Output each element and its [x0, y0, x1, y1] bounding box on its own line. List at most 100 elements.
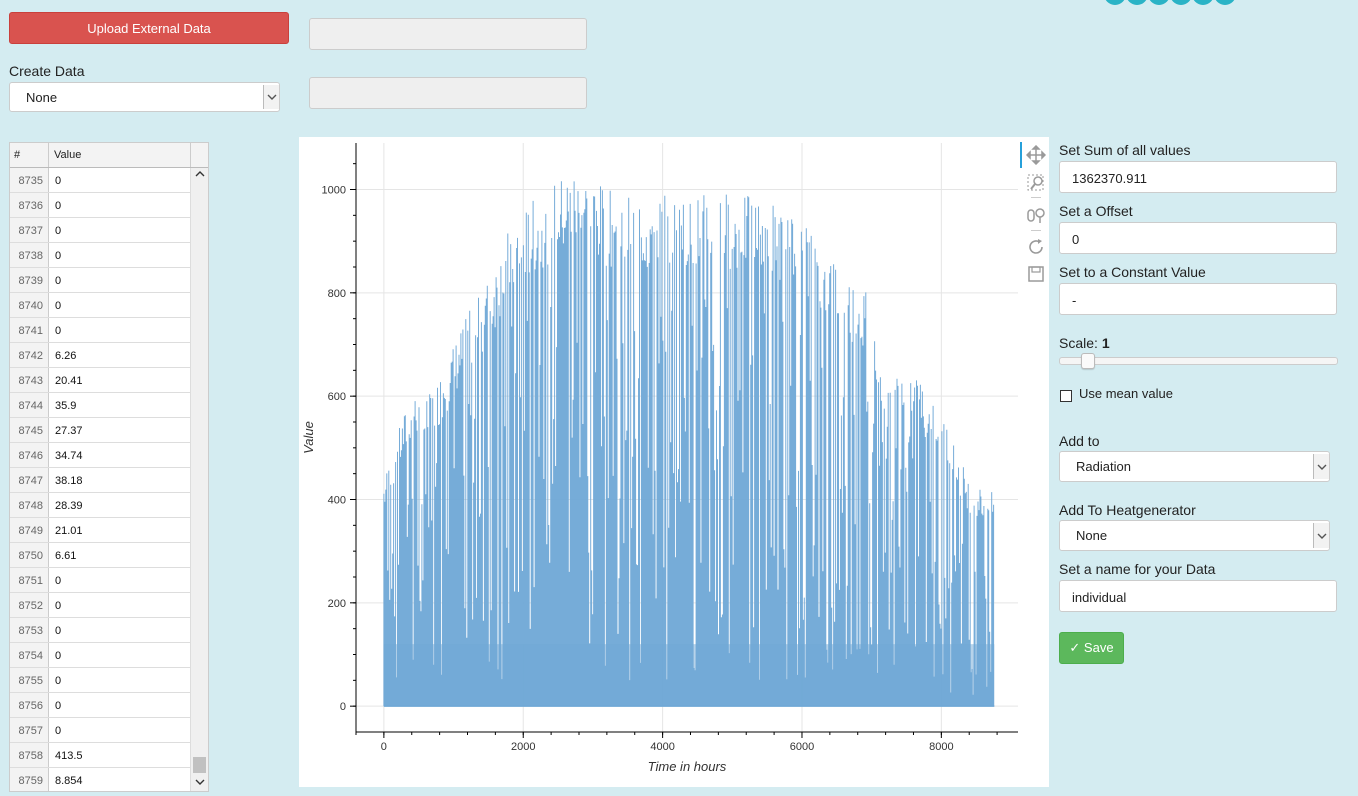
row-value[interactable]: 34.74: [49, 443, 191, 467]
use-mean-checkbox[interactable]: [1060, 390, 1072, 402]
y-tick-label: 0: [340, 701, 346, 713]
reset-icon[interactable]: [1026, 237, 1046, 257]
table-row[interactable]: 8758 413.5: [10, 743, 191, 768]
chevron-down-icon[interactable]: [195, 778, 205, 789]
table-row[interactable]: 8752 0: [10, 593, 191, 618]
table-row[interactable]: 8757 0: [10, 718, 191, 743]
scale-slider[interactable]: [1059, 357, 1338, 365]
box-zoom-icon[interactable]: [1026, 173, 1046, 193]
data-table[interactable]: # Value 8735 0 8736 0 8737 0 8738 0 8739 0 8740 0 87…: [9, 142, 209, 792]
row-index: 8751: [10, 568, 49, 592]
row-value[interactable]: 0: [49, 218, 191, 242]
row-value[interactable]: 0: [49, 268, 191, 292]
table-row[interactable]: 8736 0: [10, 193, 191, 218]
row-index: 8758: [10, 743, 49, 767]
create-data-select[interactable]: None: [9, 82, 280, 112]
row-value[interactable]: 0: [49, 718, 191, 742]
chevron-down-icon: [1313, 523, 1329, 548]
row-value[interactable]: 27.37: [49, 418, 191, 442]
row-value[interactable]: 413.5: [49, 743, 191, 767]
table-scrollbar[interactable]: [190, 168, 208, 791]
table-row[interactable]: 8738 0: [10, 243, 191, 268]
row-value[interactable]: 20.41: [49, 368, 191, 392]
table-row[interactable]: 8749 21.01: [10, 518, 191, 543]
row-index: 8746: [10, 443, 49, 467]
row-value[interactable]: 35.9: [49, 393, 191, 417]
empty-field-2[interactable]: [309, 77, 587, 109]
table-row[interactable]: 8743 20.41: [10, 368, 191, 393]
row-value[interactable]: 0: [49, 243, 191, 267]
row-index: 8745: [10, 418, 49, 442]
save-button[interactable]: ✓ Save: [1059, 632, 1124, 664]
table-row[interactable]: 8747 38.18: [10, 468, 191, 493]
row-index: 8747: [10, 468, 49, 492]
create-data-value: None: [26, 89, 58, 105]
save-icon[interactable]: [1026, 264, 1046, 284]
row-index: 8755: [10, 668, 49, 692]
upload-external-data-button[interactable]: Upload External Data: [9, 12, 289, 44]
wheel-zoom-icon[interactable]: [1026, 205, 1046, 225]
table-row[interactable]: 8759 8.854: [10, 768, 191, 791]
row-index: 8737: [10, 218, 49, 242]
chevron-up-icon[interactable]: [195, 170, 205, 181]
row-value[interactable]: 0: [49, 668, 191, 692]
scale-slider-handle[interactable]: [1081, 353, 1095, 369]
table-row[interactable]: 8746 34.74: [10, 443, 191, 468]
x-tick-label: 8000: [929, 741, 953, 753]
plot-area[interactable]: 0 2000 4000 6000 8000 0 200 400 600 800 1000 Time i…: [299, 137, 1049, 787]
row-value[interactable]: 0: [49, 618, 191, 642]
row-value[interactable]: 0: [49, 168, 191, 192]
table-row[interactable]: 8755 0: [10, 668, 191, 693]
table-row[interactable]: 8751 0: [10, 568, 191, 593]
add-to-select[interactable]: Radiation: [1059, 451, 1330, 482]
table-row[interactable]: 8739 0: [10, 268, 191, 293]
row-value[interactable]: 0: [49, 193, 191, 217]
row-value[interactable]: 0: [49, 593, 191, 617]
row-value[interactable]: 6.26: [49, 343, 191, 367]
column-header-value[interactable]: Value: [49, 143, 191, 167]
table-row[interactable]: 8741 0: [10, 318, 191, 343]
constant-value-input[interactable]: -: [1059, 283, 1337, 315]
row-value[interactable]: 6.61: [49, 543, 191, 567]
table-row[interactable]: 8742 6.26: [10, 343, 191, 368]
table-row[interactable]: 8748 28.39: [10, 493, 191, 518]
table-row[interactable]: 8735 0: [10, 168, 191, 193]
data-name-input[interactable]: individual: [1059, 580, 1337, 612]
heatgenerator-label: Add To Heatgenerator: [1059, 502, 1196, 518]
heatgenerator-select[interactable]: None: [1059, 520, 1330, 551]
row-index: 8742: [10, 343, 49, 367]
table-row[interactable]: 8756 0: [10, 693, 191, 718]
table-row[interactable]: 8744 35.9: [10, 393, 191, 418]
table-row[interactable]: 8740 0: [10, 293, 191, 318]
y-axis-label: Value: [301, 421, 316, 454]
pan-icon[interactable]: [1026, 145, 1046, 165]
empty-field-1[interactable]: [309, 18, 587, 50]
sum-input[interactable]: 1362370.911: [1059, 161, 1337, 193]
heatgenerator-value: None: [1076, 528, 1108, 543]
row-value[interactable]: 0: [49, 693, 191, 717]
y-tick-label: 800: [328, 288, 346, 300]
table-row[interactable]: 8737 0: [10, 218, 191, 243]
row-index: 8743: [10, 368, 49, 392]
chart[interactable]: 0 2000 4000 6000 8000 0 200 400 600 800 1000 Time i…: [299, 137, 1049, 787]
x-tick-label: 2000: [511, 741, 535, 753]
row-value[interactable]: 21.01: [49, 518, 191, 542]
row-value[interactable]: 0: [49, 318, 191, 342]
scrollbar-thumb[interactable]: [193, 757, 206, 773]
offset-input[interactable]: 0: [1059, 222, 1337, 254]
row-value[interactable]: 38.18: [49, 468, 191, 492]
table-row[interactable]: 8750 6.61: [10, 543, 191, 568]
x-tick-label: 0: [381, 741, 387, 753]
chevron-down-icon: [263, 85, 279, 109]
row-value[interactable]: 0: [49, 293, 191, 317]
row-value[interactable]: 0: [49, 568, 191, 592]
table-row[interactable]: 8754 0: [10, 643, 191, 668]
column-header-index[interactable]: #: [10, 143, 49, 167]
row-value[interactable]: 0: [49, 643, 191, 667]
table-row[interactable]: 8745 27.37: [10, 418, 191, 443]
row-value[interactable]: 28.39: [49, 493, 191, 517]
y-tick-label: 200: [328, 598, 346, 610]
table-row[interactable]: 8753 0: [10, 618, 191, 643]
constant-value-label: Set to a Constant Value: [1059, 264, 1206, 280]
row-value[interactable]: 8.854: [49, 768, 191, 791]
